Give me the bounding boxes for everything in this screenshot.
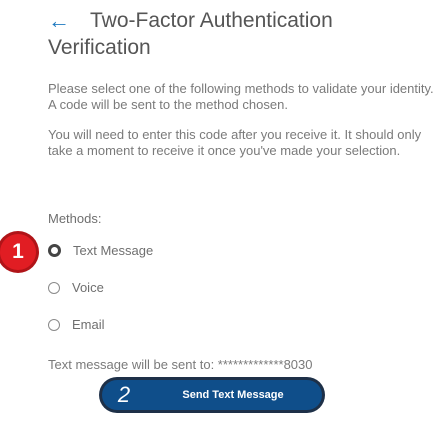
step-1-badge: 1 — [0, 234, 36, 270]
back-arrow-icon[interactable]: ← — [48, 8, 78, 34]
send-button-label: Send Text Message — [182, 389, 284, 401]
method-label: Text Message — [73, 243, 154, 258]
radio-icon[interactable] — [48, 318, 60, 331]
sent-to-text: Text message will be sent to: **********… — [48, 357, 313, 372]
two-factor-page: ← Two-Factor Authentication Verification… — [0, 0, 447, 422]
method-label: Email — [72, 317, 105, 332]
method-option-text-message[interactable]: Text Message — [48, 243, 153, 258]
method-option-email[interactable]: Email — [48, 317, 105, 332]
title-row: ← Two-Factor Authentication — [48, 8, 438, 34]
page-title: Two-Factor Authentication — [90, 9, 333, 32]
radio-icon[interactable] — [48, 281, 60, 294]
instruction-text-1: Please select one of the following metho… — [48, 81, 434, 112]
step-2-badge: 2 — [117, 382, 131, 407]
page-header: ← Two-Factor Authentication Verification — [48, 8, 438, 62]
methods-label: Methods: — [48, 211, 102, 226]
method-label: Voice — [72, 280, 104, 295]
radio-selected-icon[interactable] — [48, 244, 61, 257]
instruction-text-2: You will need to enter this code after y… — [48, 127, 422, 158]
method-option-voice[interactable]: Voice — [48, 280, 104, 295]
page-title-line2: Verification — [48, 36, 151, 59]
